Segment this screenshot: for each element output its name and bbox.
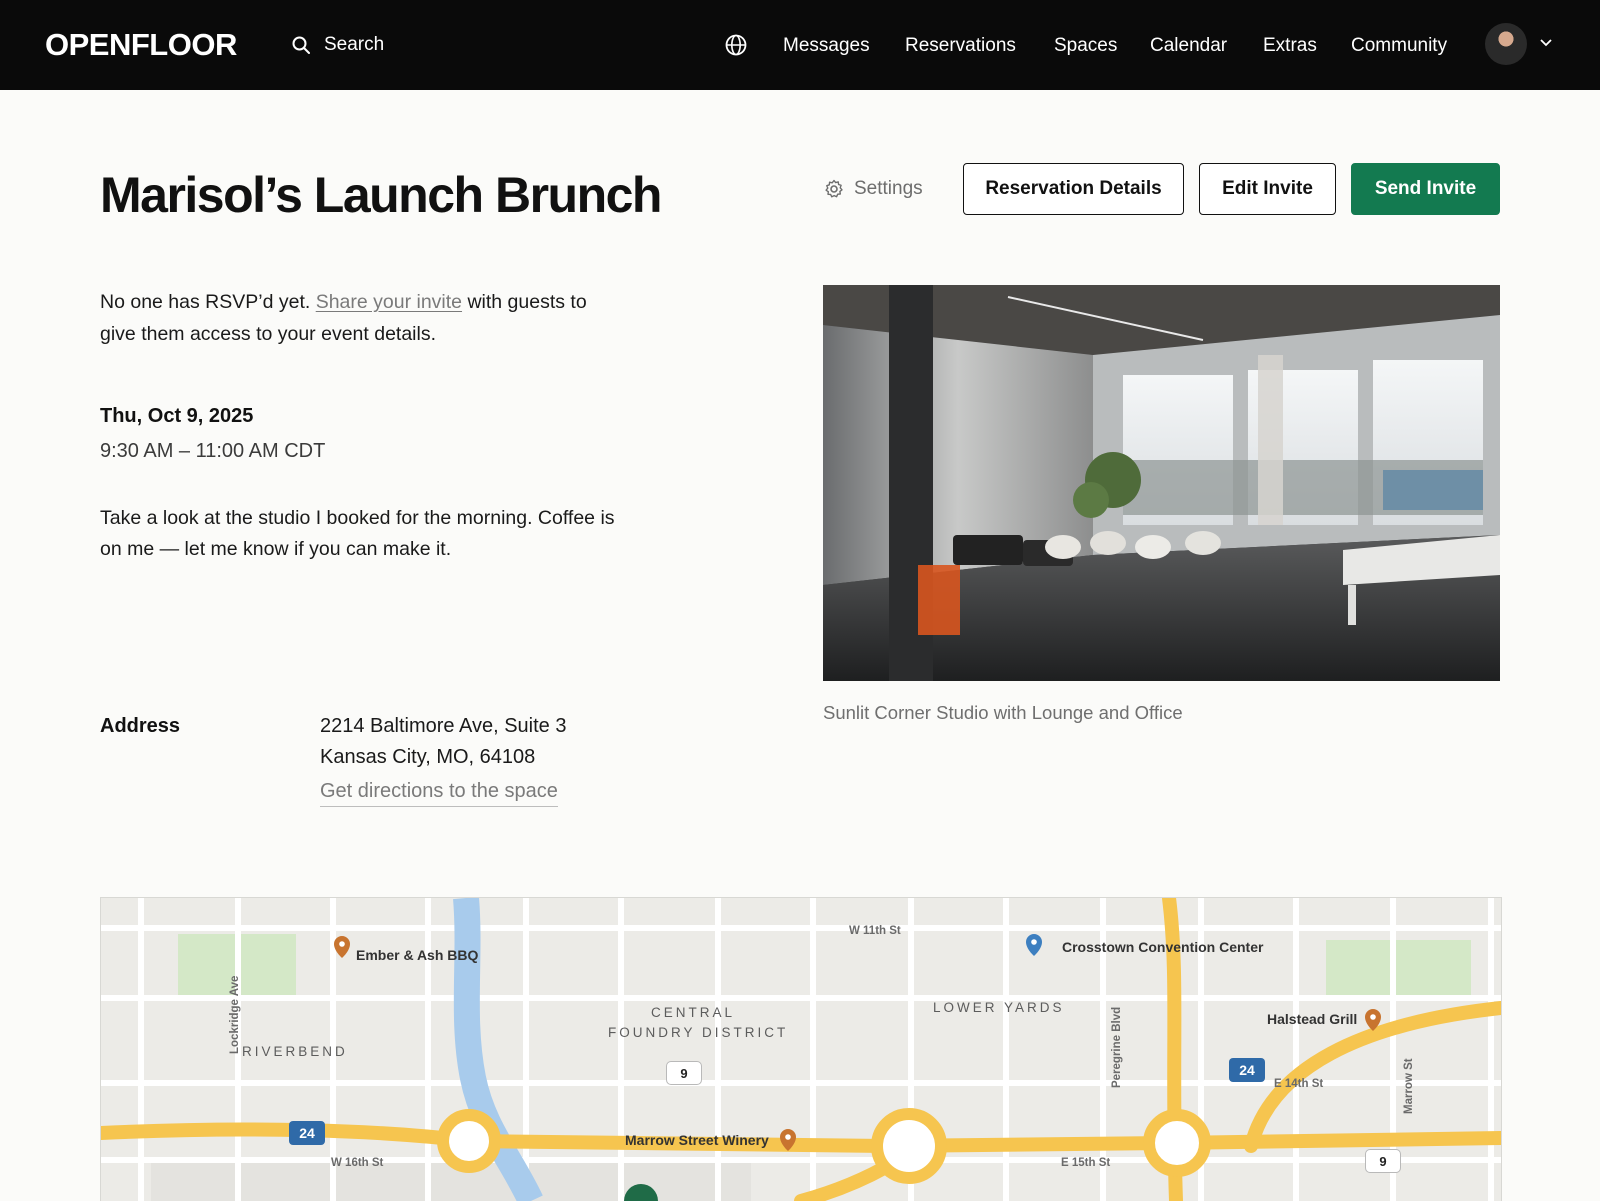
- district-riverbend: RIVERBEND: [242, 1044, 348, 1059]
- settings-label: Settings: [854, 178, 923, 199]
- poi-ember-ash-bbq[interactable]: Ember & Ash BBQ: [356, 947, 478, 963]
- send-invite-button[interactable]: Send Invite: [1351, 163, 1500, 215]
- page-title: Marisol’s Launch Brunch: [100, 167, 662, 223]
- globe-icon[interactable]: [725, 34, 747, 56]
- photo-caption: Sunlit Corner Studio with Lounge and Off…: [823, 702, 1183, 723]
- street-e-14th: E 14th St: [1274, 1078, 1324, 1090]
- studio-photo[interactable]: [823, 285, 1500, 681]
- address-label: Address: [100, 715, 181, 737]
- chevron-down-icon[interactable]: [1539, 38, 1553, 48]
- rsvp-message: No one has RSVP’d yet. Share your invite…: [100, 286, 620, 350]
- street-lockridge-ave: Lockridge Ave: [229, 975, 241, 1054]
- nav-messages[interactable]: Messages: [783, 35, 870, 57]
- route-shield-9: 9: [1365, 1149, 1401, 1173]
- openfloor-logo[interactable]: OPENFLOOR: [45, 27, 237, 63]
- top-nav-bar: OPENFLOOR Search Messages Reservations S…: [0, 0, 1600, 90]
- street-peregrine-blvd: Peregrine Blvd: [1111, 1006, 1123, 1088]
- nav-community[interactable]: Community: [1351, 35, 1447, 57]
- district-foundry: FOUNDRY DISTRICT: [608, 1025, 789, 1040]
- search-icon: [292, 36, 310, 54]
- highway-shield-24: 24: [1229, 1058, 1265, 1082]
- event-note: Take a look at the studio I booked for t…: [100, 507, 615, 560]
- street-marrow-st: Marrow St: [1403, 1058, 1415, 1114]
- route-shield-9: 9: [666, 1061, 702, 1085]
- user-avatar[interactable]: [1485, 23, 1527, 65]
- location-map[interactable]: Ember & Ash BBQ Crosstown Convention Cen…: [100, 897, 1502, 1201]
- street-w-11th: W 11th St: [849, 925, 901, 937]
- edit-invite-button[interactable]: Edit Invite: [1199, 163, 1336, 215]
- get-directions-link[interactable]: Get directions to the space: [320, 780, 558, 807]
- address-line-2: Kansas City, MO, 64108: [320, 746, 536, 768]
- street-e-15th: E 15th St: [1061, 1157, 1111, 1169]
- search-button[interactable]: Search: [292, 34, 384, 56]
- district-lower-yards: LOWER YARDS: [933, 1000, 1065, 1015]
- district-central: CENTRAL: [651, 1005, 736, 1020]
- poi-crosstown-convention-center[interactable]: Crosstown Convention Center: [1062, 939, 1263, 955]
- poi-halstead-grill[interactable]: Halstead Grill: [1267, 1011, 1357, 1027]
- nav-extras[interactable]: Extras: [1263, 35, 1317, 57]
- street-w-16th: W 16th St: [331, 1157, 384, 1169]
- settings-button[interactable]: Settings: [824, 178, 923, 200]
- nav-spaces[interactable]: Spaces: [1054, 35, 1117, 57]
- gear-icon: [825, 179, 843, 198]
- address-line-1: 2214 Baltimore Ave, Suite 3: [320, 715, 567, 737]
- search-label: Search: [324, 34, 385, 55]
- reservation-details-button[interactable]: Reservation Details: [963, 163, 1184, 215]
- event-time: 9:30 AM – 11:00 AM CDT: [100, 440, 326, 462]
- nav-calendar[interactable]: Calendar: [1150, 35, 1227, 57]
- highway-shield-24: 24: [289, 1121, 325, 1145]
- event-date: Thu, Oct 9, 2025: [100, 405, 254, 427]
- poi-marrow-street-winery[interactable]: Marrow Street Winery: [625, 1132, 769, 1148]
- share-invite-link[interactable]: Share your invite: [316, 291, 462, 313]
- nav-reservations[interactable]: Reservations: [905, 35, 1016, 57]
- rsvp-text-before: No one has RSVP’d yet.: [100, 291, 316, 313]
